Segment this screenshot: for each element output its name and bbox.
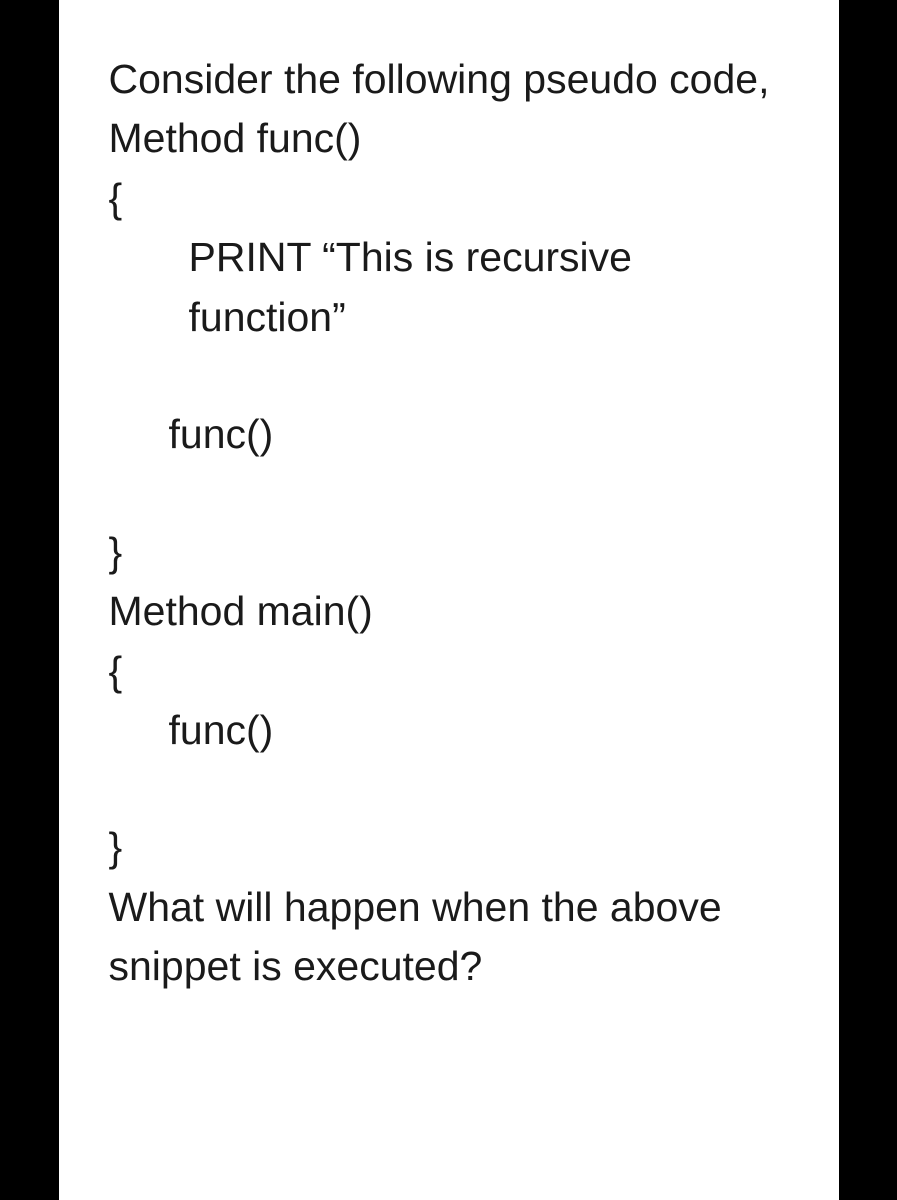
text-line-question: What will happen when the above snippet … bbox=[109, 878, 789, 997]
text-line-brace-open-main: { bbox=[109, 642, 789, 701]
text-line-func-call: func() bbox=[109, 405, 789, 464]
text-line-print: PRINT “This is recursive function” bbox=[109, 228, 789, 347]
blank-line bbox=[109, 760, 789, 818]
text-line-func-call-main: func() bbox=[109, 701, 789, 760]
text-line-method-func: Method func() bbox=[109, 109, 789, 168]
document-page: Consider the following pseudo code, Meth… bbox=[59, 0, 839, 1200]
text-line-intro: Consider the following pseudo code, bbox=[109, 50, 789, 109]
text-line-brace-close: } bbox=[109, 523, 789, 582]
text-line-brace-open: { bbox=[109, 169, 789, 228]
blank-line bbox=[109, 347, 789, 405]
text-line-brace-close-main: } bbox=[109, 818, 789, 877]
text-line-method-main: Method main() bbox=[109, 582, 789, 641]
blank-line bbox=[109, 465, 789, 523]
